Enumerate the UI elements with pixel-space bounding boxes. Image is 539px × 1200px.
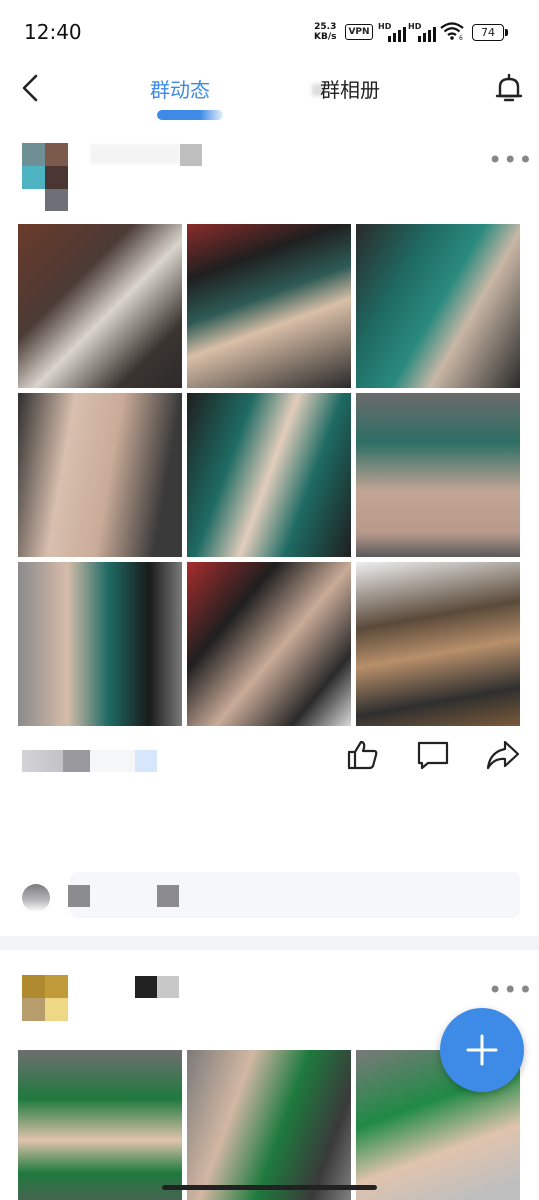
- network-speed-unit: KB/s: [314, 32, 337, 42]
- tab-active-indicator: [157, 110, 223, 120]
- bell-icon[interactable]: [492, 72, 526, 106]
- photo-shoe-rack-1[interactable]: [18, 224, 182, 388]
- post-divider: [0, 936, 539, 950]
- post-meta-redacted: [135, 750, 157, 772]
- photo-green-heels-5[interactable]: [187, 393, 351, 557]
- create-post-button[interactable]: [440, 1008, 524, 1092]
- signal-2-icon: HD: [408, 22, 438, 42]
- post-meta-redacted: [90, 750, 135, 772]
- thumbs-up-icon[interactable]: [346, 738, 380, 772]
- wifi-icon: 6: [440, 22, 464, 40]
- signal-1-icon: HD: [378, 22, 408, 42]
- tab-group-album[interactable]: 群相册: [320, 74, 380, 103]
- photo-black-heels-8[interactable]: [187, 562, 351, 726]
- photo-heels-stairs-6[interactable]: [356, 393, 520, 557]
- hd-label-1: HD: [378, 22, 392, 31]
- comment-icon[interactable]: [416, 738, 450, 772]
- comment-redacted-block: [157, 885, 179, 907]
- battery-icon: 74: [472, 24, 508, 41]
- status-time: 12:40: [24, 20, 82, 44]
- hd-label-2: HD: [408, 22, 422, 31]
- post-photo-grid: [18, 224, 521, 727]
- photo-green-heels-hand-1[interactable]: [18, 1050, 182, 1200]
- author-name-redacted-block: [157, 976, 179, 998]
- photo-heels-row-7[interactable]: [18, 562, 182, 726]
- wifi-sub-label: 6: [459, 35, 463, 40]
- plus-icon: [466, 1034, 498, 1066]
- post-author-avatar[interactable]: [22, 143, 68, 211]
- post-more-button[interactable]: •••: [488, 976, 533, 1004]
- share-icon[interactable]: [486, 738, 520, 772]
- home-indicator[interactable]: [162, 1185, 377, 1190]
- post-meta-redacted: [22, 750, 90, 772]
- photo-green-heels-hand-2[interactable]: [187, 1050, 351, 1200]
- vpn-badge: VPN: [345, 24, 373, 40]
- chevron-left-icon[interactable]: [18, 72, 46, 104]
- author-name-redacted-block: [180, 144, 202, 166]
- comment-redacted-block: [68, 885, 90, 907]
- photo-green-heels-3[interactable]: [356, 224, 520, 388]
- battery-level: 74: [481, 26, 495, 39]
- author-name-redacted-block: [135, 976, 157, 998]
- network-speed-value: 25.3: [314, 22, 337, 32]
- commenter-avatar[interactable]: [22, 884, 50, 912]
- network-speed: 25.3 KB/s: [314, 22, 336, 42]
- photo-nude-heels-4[interactable]: [18, 393, 182, 557]
- post-author-avatar[interactable]: [22, 975, 68, 1021]
- status-bar: 12:40 25.3 KB/s VPN HD HD 6 74: [0, 0, 539, 62]
- tab-group-feed[interactable]: 群动态: [150, 74, 210, 103]
- author-name-redacted: [90, 144, 180, 164]
- post-more-button[interactable]: •••: [488, 146, 533, 174]
- comment-input-redacted[interactable]: [70, 872, 520, 918]
- photo-shoe-rack-9[interactable]: [356, 562, 520, 726]
- photo-shoes-hand-2[interactable]: [187, 224, 351, 388]
